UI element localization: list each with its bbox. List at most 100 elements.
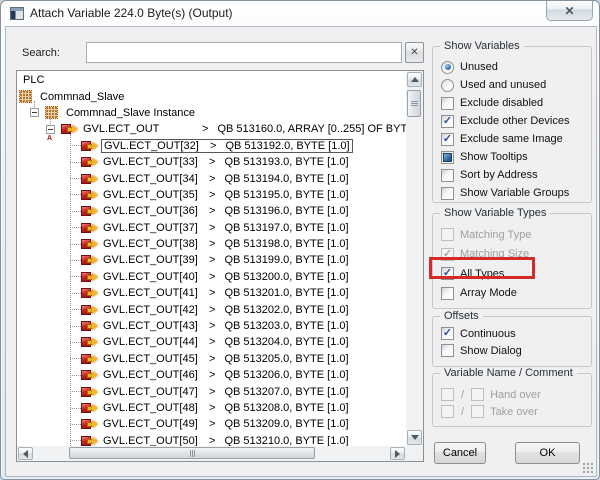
tree-row[interactable]: GVL.ECT_OUT[50]>QB 513210.0, BYTE [1.0]	[17, 433, 406, 446]
tree-row[interactable]: PLC	[17, 72, 406, 88]
search-label: Search:	[22, 47, 60, 59]
maps-to-separator: >	[209, 205, 215, 217]
checkbox-show-dialog[interactable]	[441, 344, 454, 357]
plc-output-variable-icon	[81, 369, 98, 381]
checkbox-show-variable-groups[interactable]	[441, 187, 454, 200]
tree-item-address: QB 513197.0, BYTE [1.0]	[224, 222, 348, 234]
tree-row[interactable]: GVL.ECT_OUT[42]>QB 513202.0, BYTE [1.0]	[17, 301, 406, 317]
titlebar[interactable]: Attach Variable 224.0 Byte(s) (Output) ✕	[1, 1, 599, 26]
expander-minus-icon[interactable]	[46, 125, 55, 134]
checkbox-exclude-other-devices[interactable]: ✓	[441, 115, 454, 128]
tree-row[interactable]: GVL.ECT_OUT[47]>QB 513207.0, BYTE [1.0]	[17, 383, 406, 399]
scroll-down-button[interactable]	[407, 430, 422, 445]
tree-row[interactable]: GVL.ECT_OUT[49]>QB 513209.0, BYTE [1.0]	[17, 416, 406, 432]
arrow-left-icon	[23, 450, 28, 458]
tree-item-address: QB 513205.0, BYTE [1.0]	[224, 353, 348, 365]
tree-item-address: QB 513195.0, BYTE [1.0]	[224, 189, 348, 201]
close-button[interactable]: ✕	[546, 1, 593, 21]
option-label: Show Variable Groups	[460, 187, 569, 199]
tree-row[interactable]: GVL.ECT_OUT[33]>QB 513193.0, BYTE [1.0]	[17, 154, 406, 170]
tree-row[interactable]: GVL.ECT_OUT[37]>QB 513197.0, BYTE [1.0]	[17, 220, 406, 236]
cancel-button[interactable]: Cancel	[434, 442, 486, 464]
checkbox-sort-by-address[interactable]	[441, 169, 454, 182]
variable-tree[interactable]: PLC Commnad_Slave Commnad_Slave Instance AG…	[16, 70, 424, 462]
expander-minus-icon[interactable]	[30, 108, 39, 117]
tree-row[interactable]: GVL.ECT_OUT[32]>QB 513192.0, BYTE [1.0]	[17, 138, 406, 154]
selected-tree-item[interactable]: GVL.ECT_OUT[32]>QB 513192.0, BYTE [1.0]	[101, 139, 353, 153]
option-label: Exclude other Devices	[460, 115, 569, 127]
checkbox-all-types[interactable]: ✓	[441, 267, 454, 280]
tree-row[interactable]: Commnad_Slave	[17, 88, 406, 104]
checkbox-continuous[interactable]: ✓	[441, 327, 454, 340]
option-list: /Hand over/Take over	[441, 374, 589, 426]
tree-item-name: GVL.ECT_OUT[47]	[103, 386, 200, 398]
variable-arrowhead-icon	[92, 240, 98, 248]
tree-row[interactable]: GVL.ECT_OUT[43]>QB 513203.0, BYTE [1.0]	[17, 318, 406, 334]
tree-item-address: QB 513193.0, BYTE [1.0]	[224, 156, 348, 168]
tree-row[interactable]: GVL.ECT_OUT[36]>QB 513196.0, BYTE [1.0]	[17, 203, 406, 219]
checkbox-show-tooltips[interactable]	[441, 151, 454, 164]
maps-to-separator: >	[209, 156, 215, 168]
radio-unused[interactable]	[441, 61, 454, 74]
maps-to-separator: >	[209, 189, 215, 201]
option-label: Take over	[490, 406, 538, 418]
checkbox-exclude-disabled[interactable]	[441, 97, 454, 110]
option-row-show-variable-groups: Show Variable Groups	[441, 184, 589, 202]
clear-search-button[interactable]: ✕	[405, 42, 424, 63]
vertical-scrollbar[interactable]	[406, 71, 423, 446]
variable-arrowhead-icon	[92, 273, 98, 281]
plc-output-variable-icon	[81, 287, 98, 299]
tree-item-name: Commnad_Slave Instance	[66, 107, 195, 119]
option-row-sort-by-address: Sort by Address	[441, 166, 589, 184]
plc-output-variable-icon	[81, 222, 98, 234]
plc-output-variable-icon	[81, 140, 98, 152]
dialog-body: Search: ✕ PLC Commnad_Slave Commnad_Slave …	[5, 26, 597, 477]
option-label: Show Tooltips	[460, 151, 528, 163]
radio-used-and-unused[interactable]	[441, 79, 454, 92]
tree-item-name: PLC	[23, 74, 44, 86]
scroll-up-button[interactable]	[407, 72, 422, 87]
tree-row[interactable]: GVL.ECT_OUT[48]>QB 513208.0, BYTE [1.0]	[17, 400, 406, 416]
arrow-up-icon	[411, 77, 419, 82]
tree-row[interactable]: Commnad_Slave Instance	[17, 105, 406, 121]
resize-grip-icon[interactable]	[582, 462, 593, 473]
plc-output-variable-icon	[81, 189, 98, 201]
plc-output-variable-icon	[81, 238, 98, 250]
maps-to-separator: >	[209, 369, 215, 381]
option-list: ✓ContinuousShow Dialog	[441, 317, 589, 366]
tree-item-address: QB 513196.0, BYTE [1.0]	[224, 205, 348, 217]
plc-output-variable-icon	[81, 336, 98, 348]
checkbox-array-mode[interactable]	[441, 287, 454, 300]
tree-row[interactable]: GVL.ECT_OUT[38]>QB 513198.0, BYTE [1.0]	[17, 236, 406, 252]
tree-rows: PLC Commnad_Slave Commnad_Slave Instance AG…	[17, 71, 406, 446]
tree-row[interactable]: GVL.ECT_OUT[45]>QB 513205.0, BYTE [1.0]	[17, 351, 406, 367]
tree-item-name: GVL.ECT_OUT[50]	[103, 435, 200, 446]
checkbox-exclude-same-image[interactable]: ✓	[441, 133, 454, 146]
horizontal-scroll-thumb[interactable]	[69, 447, 315, 459]
tree-row[interactable]: GVL.ECT_OUT[35]>QB 513195.0, BYTE [1.0]	[17, 187, 406, 203]
variable-arrowhead-icon	[92, 142, 98, 150]
vertical-scroll-thumb[interactable]	[407, 90, 421, 117]
tree-item-address: QB 513209.0, BYTE [1.0]	[224, 418, 348, 430]
tree-row[interactable]: GVL.ECT_OUT[34]>QB 513194.0, BYTE [1.0]	[17, 170, 406, 186]
tree-row[interactable]: GVL.ECT_OUT[41]>QB 513201.0, BYTE [1.0]	[17, 285, 406, 301]
tree-row[interactable]: GVL.ECT_OUT[46]>QB 513206.0, BYTE [1.0]	[17, 367, 406, 383]
horizontal-scrollbar[interactable]	[17, 446, 406, 461]
tree-row[interactable]: GVL.ECT_OUT[39]>QB 513199.0, BYTE [1.0]	[17, 252, 406, 268]
ok-button[interactable]: OK	[515, 442, 580, 464]
option-row-exclude-same-image: ✓Exclude same Image	[441, 130, 589, 148]
tree-row[interactable]: AGVL.ECT_OUT>QB 513160.0, ARRAY [0..255]…	[17, 121, 406, 137]
scrollbar-corner	[406, 446, 423, 461]
option-label: Array Mode	[460, 287, 517, 299]
scroll-right-button[interactable]	[390, 447, 405, 460]
search-input[interactable]	[86, 42, 402, 63]
maps-to-separator: >	[209, 173, 215, 185]
option-row-take-over: /Take over	[441, 403, 589, 420]
scroll-left-button[interactable]	[18, 447, 33, 460]
variable-arrowhead-icon	[92, 404, 98, 412]
plc-output-variable-icon	[61, 123, 78, 135]
tree-row[interactable]: GVL.ECT_OUT[40]>QB 513200.0, BYTE [1.0]	[17, 269, 406, 285]
checkbox-comment-take-over	[471, 405, 484, 418]
tree-row[interactable]: GVL.ECT_OUT[44]>QB 513204.0, BYTE [1.0]	[17, 334, 406, 350]
variable-arrowhead-icon	[92, 420, 98, 428]
